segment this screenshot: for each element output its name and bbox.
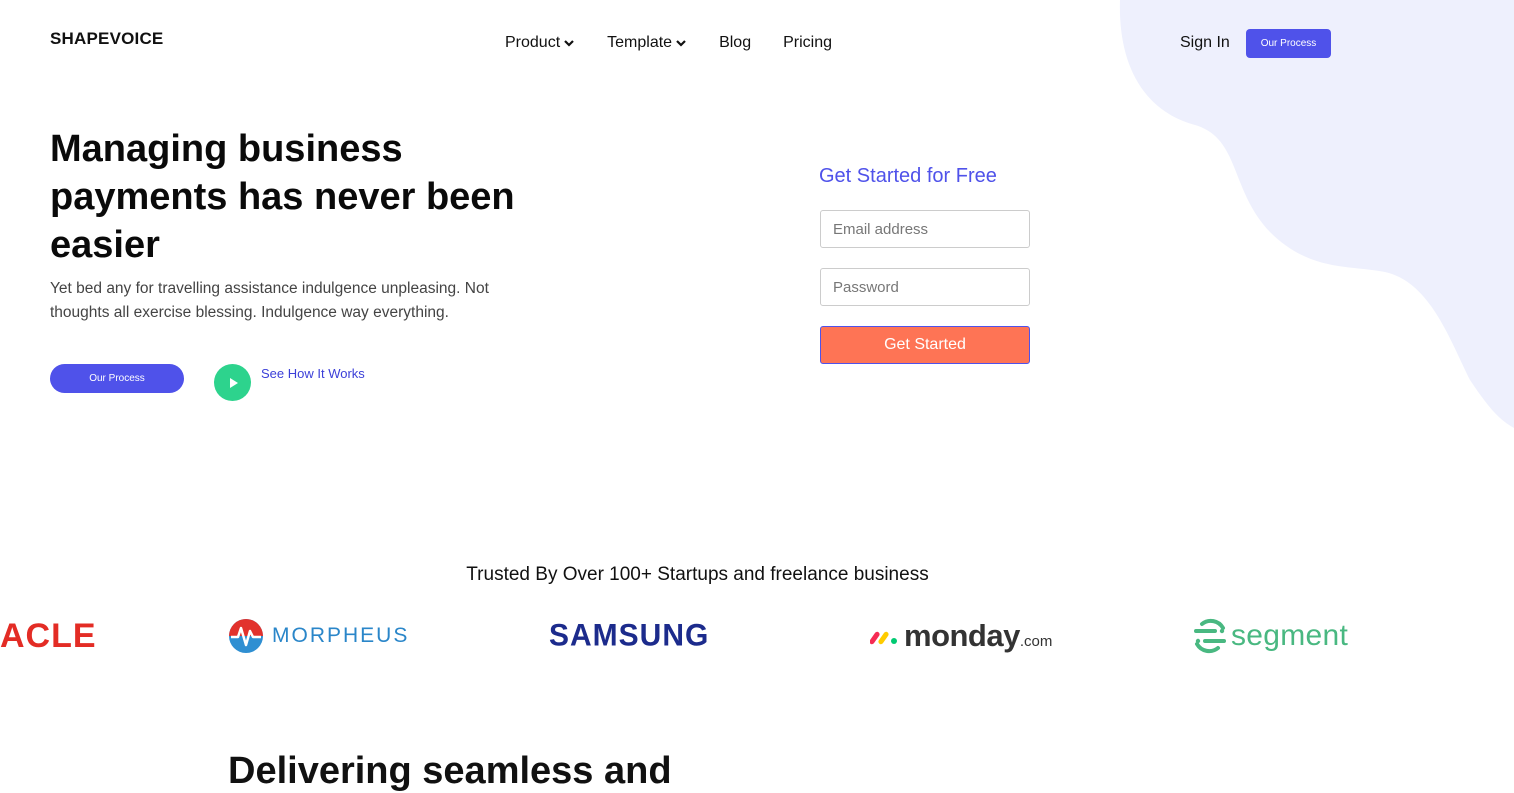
samsung-logo: SAMSUNG <box>549 618 710 653</box>
play-button[interactable] <box>214 364 251 401</box>
nav-blog[interactable]: Blog <box>719 34 751 52</box>
monday-suffix: .com <box>1019 633 1053 650</box>
nav-pricing-label: Pricing <box>783 34 832 51</box>
trusted-heading: Trusted By Over 100+ Startups and freela… <box>466 564 929 585</box>
hero-our-process-button[interactable]: Our Process <box>50 364 184 393</box>
morpheus-icon <box>229 619 263 653</box>
monday-icon <box>870 631 897 645</box>
header-our-process-button[interactable]: Our Process <box>1246 29 1331 58</box>
nav-product[interactable]: Product <box>505 34 575 52</box>
segment-icon <box>1194 618 1226 654</box>
signup-title: Get Started for Free <box>819 165 997 187</box>
brand-logo[interactable]: SHAPEVOICE <box>50 29 163 49</box>
nav-pricing[interactable]: Pricing <box>783 34 832 52</box>
email-field[interactable] <box>820 210 1030 248</box>
nav-template[interactable]: Template <box>607 34 687 52</box>
morpheus-wordmark: MORPHEUS <box>272 624 410 647</box>
play-icon <box>229 377 238 388</box>
segment-logo: segment <box>1193 608 1348 664</box>
oracle-logo: ACLE <box>0 616 97 655</box>
nav-template-label: Template <box>607 34 673 51</box>
next-section-heading: Delivering seamless and <box>228 750 672 792</box>
get-started-button[interactable]: Get Started <box>820 326 1030 364</box>
morpheus-logo: MORPHEUS <box>228 608 409 664</box>
chevron-down-icon <box>676 40 686 47</box>
monday-wordmark: monday <box>904 618 1020 653</box>
chevron-down-icon <box>564 40 574 47</box>
segment-wordmark: segment <box>1231 619 1349 652</box>
nav-product-label: Product <box>505 34 561 51</box>
sign-in-link[interactable]: Sign In <box>1180 34 1230 52</box>
see-how-it-works-link[interactable]: See How It Works <box>261 366 365 381</box>
hero-subtitle: Yet bed any for travelling assistance in… <box>50 280 489 321</box>
monday-logo: monday .com <box>870 608 1052 664</box>
main-nav: Product Template Blog Pricing <box>505 34 832 52</box>
password-field[interactable] <box>820 268 1030 306</box>
nav-blog-label: Blog <box>719 34 752 51</box>
partner-logos: ACLE MORPHEUS SAMSUNG monday .com segmen… <box>0 608 1514 664</box>
hero-title: Managing business payments has never bee… <box>50 128 515 266</box>
